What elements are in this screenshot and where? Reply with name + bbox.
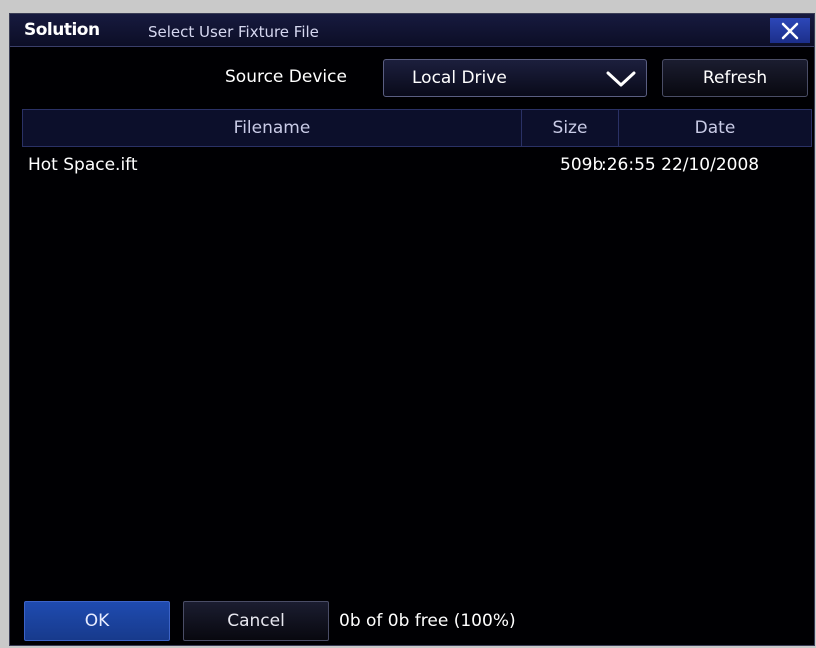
close-icon (781, 22, 799, 39)
table-header: Filename Size Date (22, 109, 812, 147)
file-dialog: Solution Select User Fixture File Source… (9, 13, 815, 646)
chevron-down-icon (606, 71, 636, 87)
title-bar[interactable]: Solution Select User Fixture File (10, 14, 814, 47)
source-device-dropdown[interactable]: Local Drive (383, 59, 647, 97)
ok-button[interactable]: OK (24, 601, 170, 641)
column-header-size[interactable]: Size (522, 110, 619, 146)
file-name: Hot Space.ift (28, 155, 138, 175)
column-header-filename[interactable]: Filename (23, 110, 522, 146)
table-row[interactable]: Hot Space.ift 509b :26:55 22/10/2008 (22, 151, 812, 181)
cancel-button[interactable]: Cancel (183, 601, 329, 641)
column-header-date[interactable]: Date (619, 110, 811, 146)
close-button[interactable] (770, 18, 810, 43)
free-space-status: 0b of 0b free (100%) (339, 611, 516, 631)
window-title: Select User Fixture File (148, 23, 319, 41)
brand-logo: Solution (24, 20, 100, 40)
refresh-button[interactable]: Refresh (662, 59, 808, 97)
source-device-label: Source Device (225, 67, 347, 87)
file-date: :26:55 22/10/2008 (601, 155, 760, 175)
source-device-value: Local Drive (412, 68, 507, 88)
file-size: 509b (560, 155, 604, 175)
